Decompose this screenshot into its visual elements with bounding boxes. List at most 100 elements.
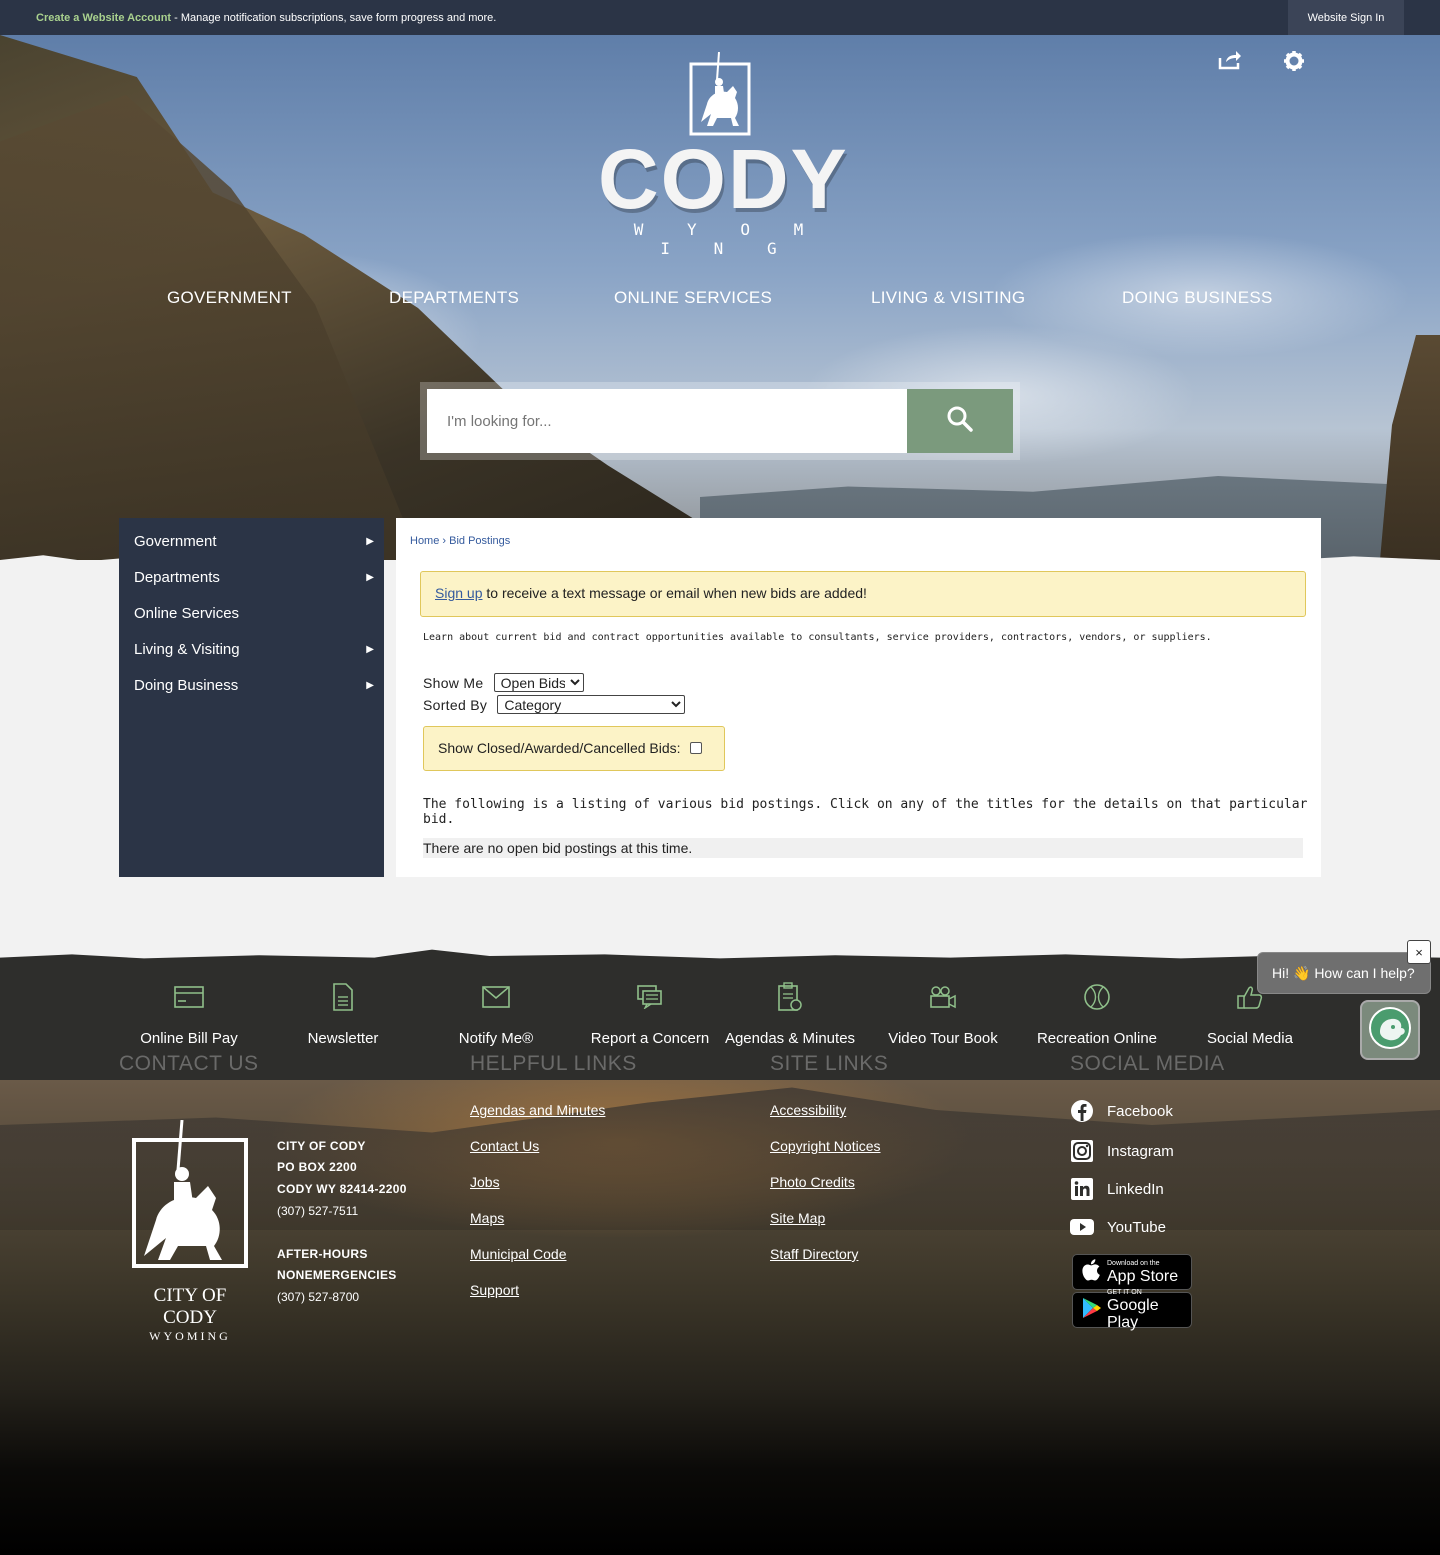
sidebar-item-label: Doing Business <box>134 677 239 694</box>
secondary-navigation: Government ▶ Departments ▶ Online Servic… <box>119 518 384 877</box>
social-link-facebook[interactable]: Facebook <box>1070 1099 1173 1123</box>
website-sign-in-button[interactable]: Website Sign In <box>1288 0 1404 35</box>
sorted-by-filter: Sorted By Category <box>423 695 686 714</box>
site-search <box>420 382 1020 460</box>
app-store-big-text: App Store <box>1107 1267 1179 1285</box>
sidebar-item-online-services[interactable]: Online Services <box>119 596 384 632</box>
facebook-icon <box>1070 1099 1094 1123</box>
social-link-instagram[interactable]: Instagram <box>1070 1139 1174 1163</box>
intro-text: Learn about current bid and contract opp… <box>423 632 1212 643</box>
quick-link-newsletter[interactable]: Newsletter <box>268 980 418 1049</box>
sorted-by-select[interactable]: Category <box>497 695 686 714</box>
helpful-link-support[interactable]: Support <box>470 1282 519 1298</box>
google-play-small-text: GET IT ON <box>1107 1289 1142 1296</box>
google-play-big-text: Google Play <box>1107 1297 1159 1331</box>
submenu-arrow-icon[interactable]: ▶ <box>366 668 374 704</box>
breadcrumb-separator: › <box>439 535 450 547</box>
breadcrumb-current-link[interactable]: Bid Postings <box>449 535 510 547</box>
site-link-site-map[interactable]: Site Map <box>770 1210 825 1226</box>
contact-phone[interactable]: (307) 527-7511 <box>277 1204 358 1218</box>
sidebar-item-living-visiting[interactable]: Living & Visiting ▶ <box>119 632 384 668</box>
footer-logo-line2: WYOMING <box>149 1329 231 1343</box>
nav-doing-business[interactable]: DOING BUSINESS <box>1122 288 1273 308</box>
google-play-badge[interactable]: GET IT ON Google Play <box>1072 1289 1192 1331</box>
sidebar-item-label: Online Services <box>134 605 240 622</box>
after-hours-phone[interactable]: (307) 527-8700 <box>277 1290 359 1304</box>
search-input[interactable] <box>427 389 907 453</box>
top-account-bar: Create a Website Account - Manage notifi… <box>0 0 1440 35</box>
signup-link[interactable]: Sign up <box>435 585 482 601</box>
quick-link-label: Agendas & Minutes <box>724 1030 856 1047</box>
social-link-youtube[interactable]: YouTube <box>1070 1215 1166 1239</box>
social-label: Instagram <box>1107 1142 1174 1160</box>
contact-name: CITY OF CODY <box>277 1139 366 1153</box>
site-link-staff-directory[interactable]: Staff Directory <box>770 1246 858 1262</box>
bid-postings-content: Home › Bid Postings Sign up to receive a… <box>396 518 1321 877</box>
helpful-link-jobs[interactable]: Jobs <box>470 1174 500 1190</box>
app-store-badge[interactable]: Download on the App Store <box>1072 1254 1192 1290</box>
nav-online-services[interactable]: ONLINE SERVICES <box>614 288 772 308</box>
listing-description: The following is a listing of various bi… <box>423 797 1308 827</box>
nonemergencies-label: NONEMERGENCIES <box>277 1268 397 1282</box>
linkedin-icon <box>1070 1177 1094 1201</box>
contact-po-box: PO BOX 2200 <box>277 1160 358 1174</box>
social-label: Facebook <box>1107 1102 1173 1120</box>
quick-link-agendas-minutes[interactable]: Agendas & Minutes <box>715 980 865 1049</box>
nav-living-visiting[interactable]: LIVING & VISITING <box>871 288 1025 308</box>
submenu-arrow-icon[interactable]: ▶ <box>366 524 374 560</box>
credit-card-icon <box>114 980 264 1014</box>
social-link-linkedin[interactable]: LinkedIn <box>1070 1177 1164 1201</box>
create-account-description: - Manage notification subscriptions, sav… <box>171 12 497 24</box>
quick-link-label: Online Bill Pay <box>140 1030 238 1047</box>
logo-cody-text: CODY <box>598 132 849 226</box>
show-closed-checkbox[interactable] <box>690 742 703 754</box>
chat-launcher-button[interactable] <box>1360 1000 1420 1060</box>
site-link-copyright[interactable]: Copyright Notices <box>770 1138 881 1154</box>
sidebar-item-government[interactable]: Government ▶ <box>119 524 384 560</box>
site-link-photo-credits[interactable]: Photo Credits <box>770 1174 855 1190</box>
helpful-links-heading: HELPFUL LINKS <box>470 1052 637 1075</box>
contact-us-heading: CONTACT US <box>119 1052 259 1075</box>
show-closed-label: Show Closed/Awarded/Cancelled Bids: <box>438 740 681 756</box>
helpful-link-municipal-code[interactable]: Municipal Code <box>470 1246 567 1262</box>
sorted-by-label: Sorted By <box>423 697 488 713</box>
quick-link-label: Social Media <box>1207 1030 1293 1047</box>
sidebar-item-departments[interactable]: Departments ▶ <box>119 560 384 596</box>
nav-government[interactable]: GOVERNMENT <box>167 288 292 308</box>
main-navigation: GOVERNMENT DEPARTMENTS ONLINE SERVICES L… <box>0 288 1440 314</box>
submenu-arrow-icon[interactable]: ▶ <box>366 560 374 596</box>
quick-link-notify-me[interactable]: Notify Me® <box>421 980 571 1049</box>
quick-link-recreation-online[interactable]: Recreation Online <box>1022 980 1172 1049</box>
chat-greeting-bubble[interactable]: Hi! 👋 How can I help? <box>1257 952 1431 994</box>
quick-link-online-bill-pay[interactable]: Online Bill Pay <box>114 980 264 1049</box>
contact-city: CODY WY 82414-2200 <box>277 1182 407 1196</box>
show-closed-bids-box: Show Closed/Awarded/Cancelled Bids: <box>423 726 725 771</box>
quick-link-video-tour-book[interactable]: Video Tour Book <box>868 980 1018 1049</box>
site-link-accessibility[interactable]: Accessibility <box>770 1102 846 1118</box>
cody-logo[interactable]: CODY W Y O M I N G <box>598 51 849 258</box>
show-me-select[interactable]: Open Bids <box>493 673 584 692</box>
hero-background-cliff <box>1380 335 1440 560</box>
nav-departments[interactable]: DEPARTMENTS <box>389 288 519 308</box>
helpful-link-agendas[interactable]: Agendas and Minutes <box>470 1102 605 1118</box>
city-of-cody-logo: CITY OF CODY WYOMING <box>130 1119 250 1343</box>
helpful-link-maps[interactable]: Maps <box>470 1210 504 1226</box>
video-camera-icon <box>868 980 1018 1014</box>
quick-link-label: Report a Concern <box>590 1030 710 1047</box>
footer-logo-line1: CITY OF CODY <box>153 1285 227 1328</box>
chat-close-button[interactable]: × <box>1407 940 1431 964</box>
sidebar-item-doing-business[interactable]: Doing Business ▶ <box>119 668 384 704</box>
submenu-arrow-icon[interactable]: ▶ <box>366 632 374 668</box>
search-button[interactable] <box>907 389 1013 453</box>
logo-wyoming-text: W Y O M I N G <box>633 220 821 258</box>
helpful-link-contact-us[interactable]: Contact Us <box>470 1138 539 1154</box>
search-icon <box>946 405 974 438</box>
quick-link-label: Video Tour Book <box>888 1030 998 1047</box>
breadcrumb-home-link[interactable]: Home <box>410 535 439 547</box>
gear-icon[interactable] <box>1282 50 1306 78</box>
share-icon[interactable] <box>1218 50 1242 78</box>
document-icon <box>268 980 418 1014</box>
quick-link-report-concern[interactable]: Report a Concern <box>575 980 725 1049</box>
envelope-icon <box>421 980 571 1014</box>
create-account-link[interactable]: Create a Website Account <box>36 12 171 24</box>
